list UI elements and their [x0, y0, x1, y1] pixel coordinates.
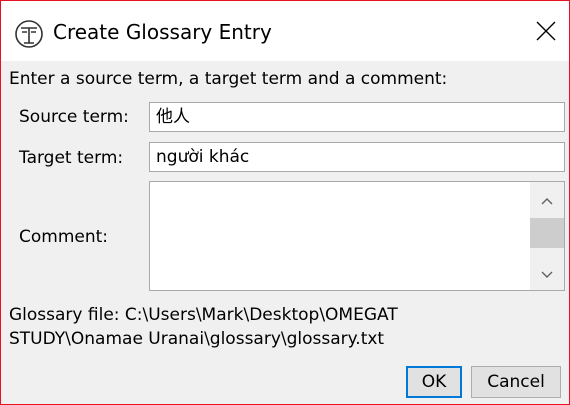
create-glossary-entry-dialog: Create Glossary Entry Enter a source ter…: [0, 0, 570, 405]
chevron-down-icon: [541, 264, 553, 283]
target-term-label: Target term:: [19, 148, 124, 168]
dialog-title: Create Glossary Entry: [53, 20, 272, 44]
glossary-path-line1: Glossary file: C:\Users\Mark\Desktop\OME…: [9, 305, 398, 325]
comment-scrollbar[interactable]: [530, 182, 564, 290]
glossary-file-path: Glossary file: C:\Users\Mark\Desktop\OME…: [9, 303, 398, 351]
scroll-up-button[interactable]: [530, 188, 564, 210]
glossary-path-line2: STUDY\Onamae Uranai\glossary\glossary.tx…: [9, 329, 385, 349]
scroll-thumb[interactable]: [530, 218, 564, 248]
target-term-input[interactable]: người khác: [149, 142, 565, 172]
source-term-input[interactable]: 他人: [149, 102, 565, 132]
chevron-up-icon: [541, 190, 553, 209]
scroll-down-button[interactable]: [530, 262, 564, 284]
source-term-label: Source term:: [19, 107, 129, 127]
instruction-text: Enter a source term, a target term and a…: [9, 69, 448, 89]
comment-textarea[interactable]: [149, 181, 565, 291]
omegat-app-icon: [14, 19, 44, 49]
close-icon: [536, 21, 556, 41]
title-bar[interactable]: Create Glossary Entry: [1, 1, 569, 61]
close-button[interactable]: [523, 1, 569, 61]
ok-button[interactable]: OK: [406, 366, 462, 398]
cancel-button[interactable]: Cancel: [471, 366, 561, 398]
comment-label: Comment:: [19, 227, 109, 247]
